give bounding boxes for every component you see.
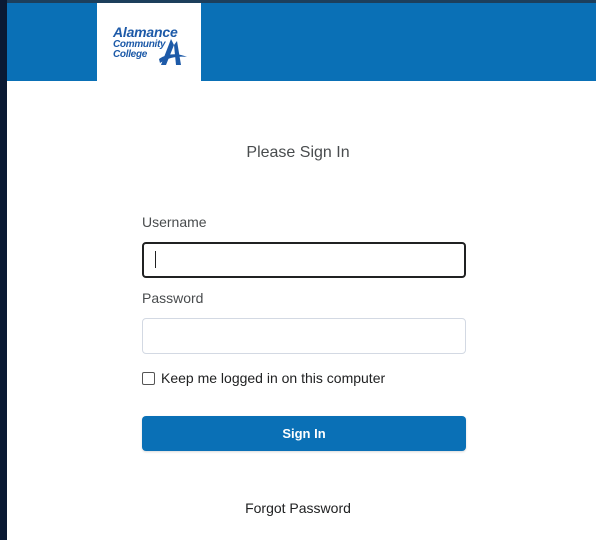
header-bar: Alamance Community College [7, 3, 596, 81]
acc-logo-a-icon [159, 39, 187, 65]
forgot-password-link[interactable]: Forgot Password [0, 500, 596, 516]
remember-me-label[interactable]: Keep me logged in on this computer [161, 370, 385, 386]
sign-in-button[interactable]: Sign In [142, 416, 466, 451]
login-page: Alamance Community College Please Sign I… [0, 0, 596, 540]
password-label: Password [142, 290, 204, 306]
username-label: Username [142, 214, 207, 230]
college-logo[interactable]: Alamance Community College [97, 3, 201, 81]
password-input[interactable] [142, 318, 466, 354]
page-title: Please Sign In [246, 144, 350, 161]
remember-me-checkbox[interactable] [142, 371, 155, 385]
username-input[interactable] [142, 242, 466, 278]
remember-me[interactable]: Keep me logged in on this computer [142, 370, 385, 386]
left-border [0, 0, 7, 540]
text-caret [155, 251, 156, 268]
